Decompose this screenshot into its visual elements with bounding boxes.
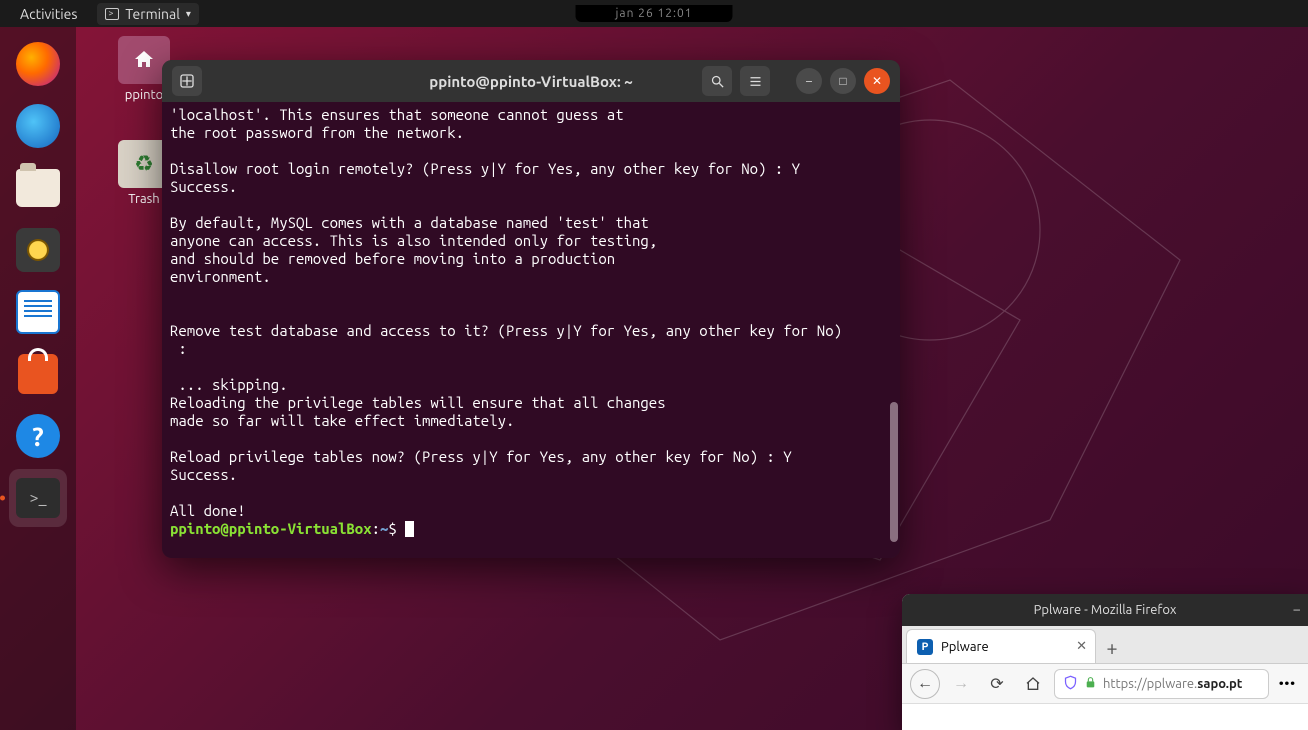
active-app-label: Terminal (125, 6, 180, 22)
clock[interactable]: jan 26 12:01 (576, 5, 733, 22)
firefox-icon (16, 42, 60, 86)
dock-files[interactable] (9, 159, 67, 217)
thunderbird-icon (16, 104, 60, 148)
dock-software[interactable] (9, 345, 67, 403)
tab-label: Pplware (941, 640, 989, 654)
terminal-window: ppinto@ppinto-VirtualBox: ~ – □ ✕ 'local… (162, 60, 900, 558)
files-icon (16, 169, 60, 207)
terminal-close-button[interactable]: ✕ (864, 68, 890, 94)
dock-writer[interactable] (9, 283, 67, 341)
reload-button[interactable]: ⟳ (982, 669, 1012, 699)
home-button[interactable] (1018, 669, 1048, 699)
dock-rhythmbox[interactable] (9, 221, 67, 279)
top-panel: Activities Terminal ▾ jan 26 12:01 (0, 0, 1308, 27)
terminal-body[interactable]: 'localhost'. This ensures that someone c… (162, 102, 900, 558)
dock-thunderbird[interactable] (9, 97, 67, 155)
terminal-output: 'localhost'. This ensures that someone c… (170, 106, 842, 519)
forward-button: → (946, 669, 976, 699)
url-bar[interactable]: https://pplware.sapo.pt (1054, 669, 1269, 699)
music-icon (16, 228, 60, 272)
terminal-minimize-button[interactable]: – (796, 68, 822, 94)
terminal-maximize-button[interactable]: □ (830, 68, 856, 94)
page-actions-button[interactable]: ••• (1275, 677, 1300, 691)
software-icon (18, 354, 58, 394)
terminal-search-button[interactable] (702, 66, 732, 96)
chevron-down-icon: ▾ (186, 8, 191, 20)
firefox-new-tab-button[interactable]: + (1096, 631, 1128, 663)
firefox-tabstrip: P Pplware ✕ + (902, 626, 1308, 664)
firefox-minimize-button[interactable]: – (1294, 603, 1300, 617)
terminal-dock-icon: >_ (16, 478, 60, 518)
firefox-window: Pplware - Mozilla Firefox – P Pplware ✕ … (902, 594, 1308, 730)
terminal-menu-button[interactable] (740, 66, 770, 96)
cursor (405, 521, 414, 537)
terminal-titlebar[interactable]: ppinto@ppinto-VirtualBox: ~ – □ ✕ (162, 60, 900, 102)
tab-close-icon[interactable]: ✕ (1076, 639, 1087, 654)
activities-button[interactable]: Activities (10, 0, 87, 27)
dock: ? >_ (0, 27, 76, 730)
prompt-user: ppinto@ppinto-VirtualBox (170, 520, 372, 537)
lock-icon[interactable] (1084, 676, 1097, 692)
dock-firefox[interactable] (9, 35, 67, 93)
active-app-menu[interactable]: Terminal ▾ (97, 3, 199, 25)
firefox-content[interactable] (902, 704, 1308, 730)
shield-icon[interactable] (1063, 675, 1078, 693)
terminal-icon (105, 8, 119, 20)
dock-terminal[interactable]: >_ (9, 469, 67, 527)
help-icon: ? (16, 414, 60, 458)
dock-help[interactable]: ? (9, 407, 67, 465)
writer-icon (16, 290, 60, 334)
firefox-toolbar: ← → ⟳ https://pplware.sapo.pt ••• (902, 664, 1308, 704)
url-text: https://pplware.sapo.pt (1103, 677, 1242, 691)
back-button[interactable]: ← (910, 669, 940, 699)
terminal-new-tab-button[interactable] (172, 66, 202, 96)
tab-favicon: P (917, 639, 933, 655)
firefox-titlebar[interactable]: Pplware - Mozilla Firefox – (902, 594, 1308, 626)
firefox-tab-pplware[interactable]: P Pplware ✕ (906, 629, 1096, 663)
firefox-window-title: Pplware - Mozilla Firefox (1034, 603, 1177, 617)
terminal-scrollbar[interactable] (890, 402, 898, 542)
